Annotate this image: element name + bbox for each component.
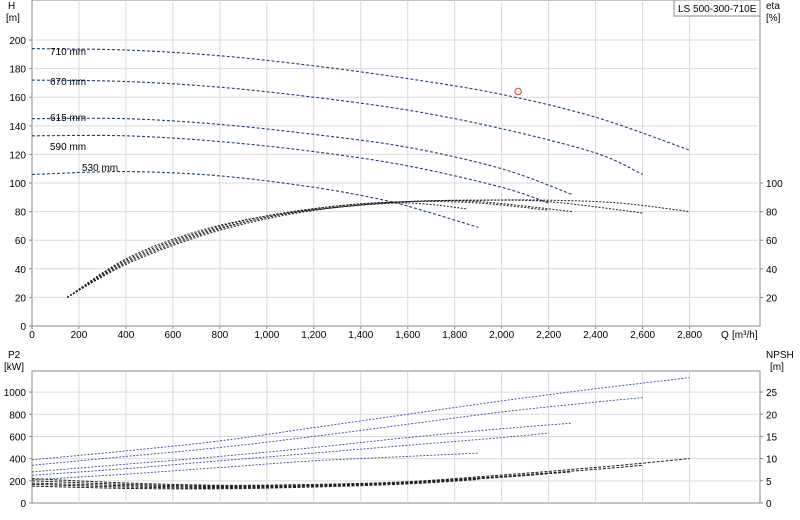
diameter-label-590-mm: 590 mm	[50, 142, 86, 153]
y-axis-unit-p2: [kW]	[4, 362, 24, 373]
x-tick-label: 2,800	[677, 330, 702, 341]
y2-tick-label-npsh: 5	[766, 477, 772, 488]
y-tick-label-h: 160	[9, 93, 26, 104]
y2-tick-label-eta: 20	[766, 293, 778, 304]
efficiency-curve	[66, 200, 549, 298]
y2-tick-label-eta: 60	[766, 236, 778, 247]
diameter-label-615-mm: 615 mm	[50, 113, 86, 124]
power-tick-labels: 0 200 400 600 800 1000 0 5 10 15 20 25	[4, 388, 778, 510]
head-efficiency-panel: 0 200 400 600 800 1,000 1,200 1,400 1,600 1,800 2,…	[6, 0, 783, 341]
y-tick-label-h: 0	[20, 322, 26, 333]
x-tick-label: 2,600	[630, 330, 655, 341]
y2-tick-label-eta: 80	[766, 208, 778, 219]
y2-axis-unit-npsh: [m]	[770, 362, 784, 373]
diameter-label-530-mm: 530 mm	[82, 163, 118, 174]
y-tick-label-p2: 400	[9, 455, 26, 466]
y-tick-label-h: 140	[9, 122, 26, 133]
x-axis-unit-q: [m³/h]	[732, 330, 758, 341]
power-npsh-panel: 0 200 400 600 800 1000 0 5 10 15 20 25 P2 [kW] NPSH…	[4, 350, 794, 510]
x-tick-label: 600	[165, 330, 182, 341]
y-tick-label-h: 40	[15, 265, 27, 276]
y-tick-label-h: 180	[9, 65, 26, 76]
diameter-label-670-mm: 670 mm	[50, 77, 86, 88]
y-tick-label-p2: 800	[9, 410, 26, 421]
x-tick-label: 400	[118, 330, 135, 341]
efficiency-curve	[66, 200, 573, 298]
power-curve	[31, 422, 573, 473]
y-tick-label-p2: 1000	[4, 388, 27, 399]
y-tick-label-h: 120	[9, 150, 26, 161]
x-axis-label-q: Q	[721, 330, 729, 341]
x-tick-label: 1,800	[442, 330, 467, 341]
y2-tick-label-npsh: 20	[766, 410, 778, 421]
y2-tick-label-npsh: 0	[766, 499, 772, 510]
x-tick-label: 1,200	[301, 330, 326, 341]
y2-tick-label-npsh: 10	[766, 455, 778, 466]
x-tick-label: 1,000	[254, 330, 279, 341]
y-axis-unit-h: [m]	[6, 13, 20, 24]
model-label: LS 500-300-710E	[678, 4, 757, 15]
y-tick-label-h: 20	[15, 293, 27, 304]
y-tick-label-p2: 200	[9, 477, 26, 488]
y-tick-label-p2: 0	[20, 499, 26, 510]
duty-point-marker	[514, 87, 522, 96]
y-axis-label-p2: P2	[8, 350, 21, 361]
y-tick-label-p2: 600	[9, 432, 26, 443]
y-tick-label-h: 80	[15, 208, 27, 219]
x-tick-label: 0	[29, 330, 35, 341]
x-tick-label: 2,400	[583, 330, 608, 341]
head-grid	[29, 0, 763, 329]
pump-curve-chart: 0 200 400 600 800 1,000 1,200 1,400 1,600 1,800 2,…	[0, 0, 800, 520]
y2-axis-label-npsh: NPSH	[766, 350, 794, 361]
diameter-label-710-mm: 710 mm	[50, 47, 86, 58]
head-tick-labels: 0 200 400 600 800 1,000 1,200 1,400 1,600 1,800 2,…	[9, 36, 783, 341]
y2-tick-label-npsh: 15	[766, 432, 778, 443]
y2-tick-label-eta: 100	[766, 179, 783, 190]
head-curve-670-mm	[31, 79, 643, 175]
power-grid	[29, 371, 763, 504]
x-tick-label: 200	[71, 330, 88, 341]
y-tick-label-h: 100	[9, 179, 26, 190]
x-tick-label: 800	[212, 330, 229, 341]
y2-tick-label-eta: 40	[766, 265, 778, 276]
head-plot-frame	[31, 0, 761, 327]
power-curve	[31, 397, 643, 466]
efficiency-curve	[66, 199, 643, 298]
y2-axis-label-eta: eta	[766, 1, 780, 12]
head-curve-530-mm	[31, 171, 479, 228]
x-tick-label: 2,000	[489, 330, 514, 341]
y-tick-label-h: 60	[15, 236, 27, 247]
y2-tick-label-npsh: 25	[766, 388, 778, 399]
chart-svg: 0 200 400 600 800 1,000 1,200 1,400 1,600 1,800 2,…	[4, 0, 794, 510]
x-tick-label: 1,400	[348, 330, 373, 341]
y-axis-label-h: H	[8, 1, 15, 12]
y2-axis-unit-eta: [%]	[766, 13, 781, 24]
x-tick-label: 2,200	[536, 330, 561, 341]
x-tick-label: 1,600	[395, 330, 420, 341]
y-tick-label-h: 200	[9, 36, 26, 47]
